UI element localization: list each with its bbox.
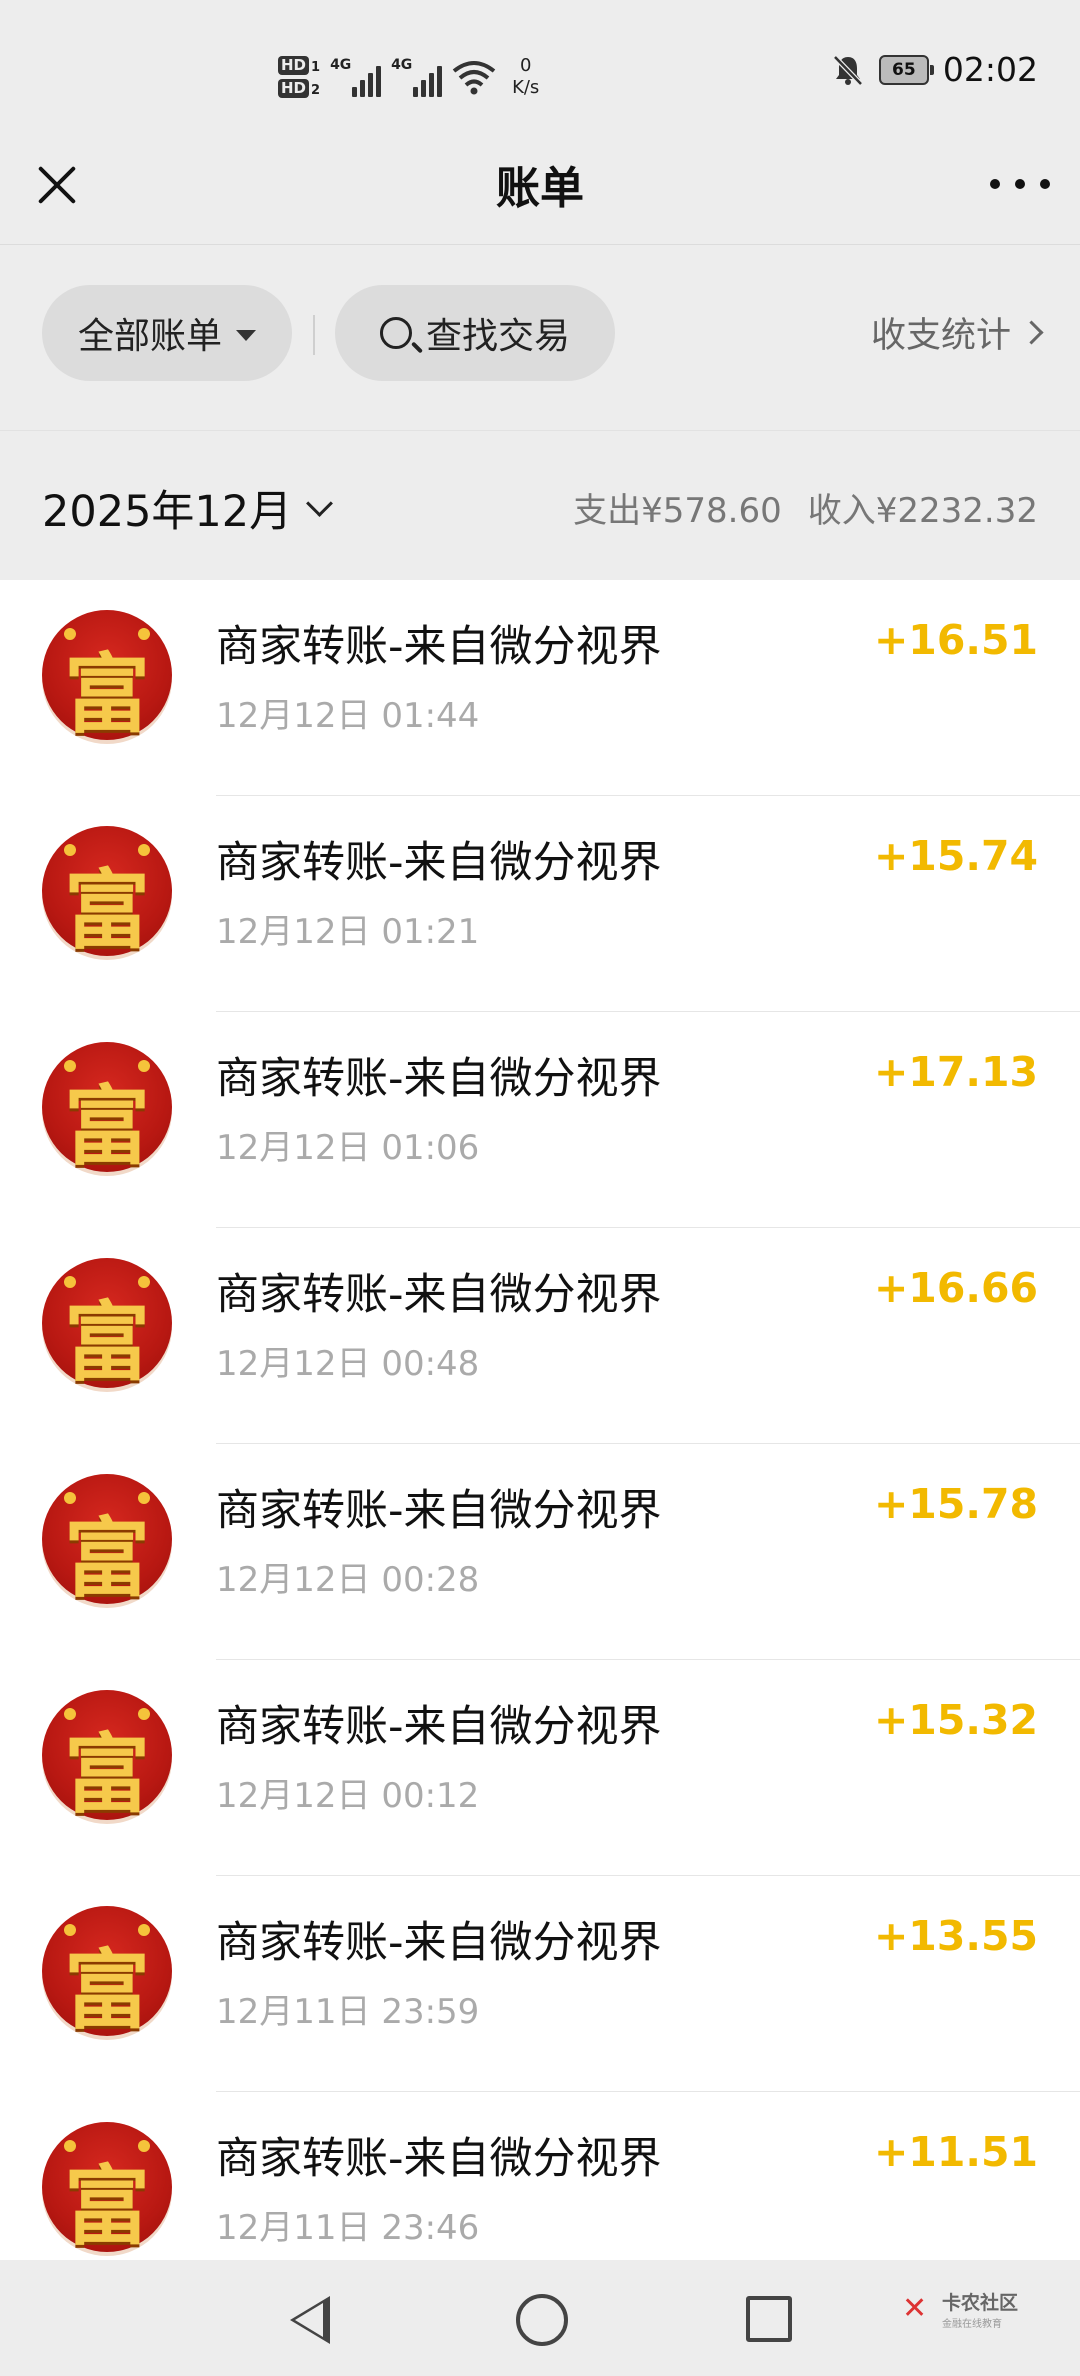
speed-value: 0 [519,55,532,76]
battery-icon: 65 [878,54,934,85]
transaction-title: 商家转账-来自微分视界 [216,1270,662,1320]
merchant-avatar: 富 [42,1474,172,1609]
merchant-avatar: 富 [42,826,172,961]
watermark-logo-icon: ✕ [901,2291,928,2326]
system-nav-bar: ✕ 卡农社区 金融在线教育 [0,2260,1080,2376]
stats-label: 收支统计 [870,316,1011,356]
transaction-time: 12月12日 00:28 [216,1560,480,1600]
speed-unit: K/s [512,77,540,98]
transaction-time: 12月12日 01:44 [216,696,480,736]
transaction-title: 商家转账-来自微分视界 [216,1702,662,1752]
watermark: ✕ 卡农社区 金融在线教育 [901,2288,1018,2331]
header-divider [0,244,1080,245]
avatar-character: 富 [64,1508,150,1609]
transaction-amount: +15.74 [873,832,1038,880]
hd1-badge: HD [278,56,310,75]
status-bar: HD 1 HD 2 4G 4G 0 K/s 65 02:02 [0,0,1080,150]
avatar-character: 富 [64,1076,150,1177]
merchant-avatar: 富 [42,610,172,745]
watermark-tagline: 金融在线教育 [941,2319,1002,2330]
avatar-character: 富 [64,1940,150,2041]
hd-indicators: HD 1 HD 2 [278,56,320,98]
transaction-row[interactable]: 富 商家转账-来自微分视界 12月12日 01:06 +17.13 [0,1012,1080,1228]
more-options-icon[interactable] [990,164,1050,204]
transaction-amount: +11.51 [873,2128,1038,2176]
transaction-title: 商家转账-来自微分视界 [216,1054,662,1104]
transaction-amount: +16.66 [873,1264,1038,1312]
transaction-time: 12月12日 00:12 [216,1776,480,1816]
net2-label: 4G [391,57,413,73]
income-expense-stats-link[interactable]: 收支统计 [870,307,1044,358]
income-total: 收入¥2232.32 [807,491,1038,531]
hd2-badge: HD [278,79,310,98]
transaction-title: 商家转账-来自微分视界 [216,622,662,672]
transaction-list: 富商家转账-来自微分视界 12月12日 01:44 +16.51 富商家转账-来自微分… [0,580,1080,2260]
transaction-time: 12月12日 00:48 [216,1344,480,1384]
search-transaction-button[interactable]: 查找交易 [335,285,615,381]
merchant-avatar: 富 [42,1906,172,2041]
transaction-title: 商家转账-来自微分视界 [216,2134,662,2184]
page-title: 账单 [496,163,584,214]
avatar-character: 富 [64,1724,150,1825]
month-selector[interactable]: 2025年12月 [42,477,334,539]
transaction-time: 12月11日 23:46 [216,2208,480,2248]
clock: 02:02 [942,50,1038,89]
nav-back-icon[interactable] [290,2296,330,2344]
dropdown-triangle-icon [236,329,256,341]
nav-recents-icon[interactable] [746,2296,792,2342]
avatar-character: 富 [64,2156,150,2257]
filter-separator [313,315,315,355]
transaction-row[interactable]: 富 商家转账-来自微分视界 12月11日 23:59 +13.55 [0,1876,1080,2092]
transaction-row[interactable]: 富 商家转账-来自微分视界 12月12日 00:12 +15.32 [0,1660,1080,1876]
transaction-time: 12月12日 01:06 [216,1128,480,1168]
transaction-row[interactable]: 富 商家转账-来自微分视界 12月12日 00:48 +16.66 [0,1228,1080,1444]
watermark-name: 卡农社区 [941,2292,1018,2314]
transaction-title: 商家转账-来自微分视界 [216,1918,662,1968]
all-bills-label: 全部账单 [77,316,222,357]
avatar-character: 富 [64,644,150,745]
search-label: 查找交易 [425,316,570,357]
nav-home-icon[interactable] [516,2294,568,2346]
net1-label: 4G [330,57,352,73]
title-bar: 账单 [0,130,1080,245]
transaction-amount: +17.13 [873,1048,1038,1096]
transaction-title: 商家转账-来自微分视界 [216,1486,662,1536]
expense-total: 支出¥578.60 [573,491,782,531]
signal-icon-1: 4G [330,57,382,97]
hd2-sub: 2 [311,83,321,98]
transaction-time: 12月11日 23:59 [216,1992,480,2032]
battery-level: 65 [892,59,916,80]
transaction-row[interactable]: 富 商家转账-来自微分视界 12月12日 00:28 +15.78 [0,1444,1080,1660]
transaction-amount: +13.55 [873,1912,1038,1960]
avatar-character: 富 [64,1292,150,1393]
transaction-amount: +16.51 [873,616,1038,664]
mute-bell-icon [833,54,863,86]
merchant-avatar: 富 [42,2122,172,2257]
wifi-icon [452,61,496,95]
filter-bar: 全部账单 查找交易 收支统计 [0,285,1080,385]
chevron-down-icon [306,489,334,517]
transaction-row[interactable]: 富 商家转账-来自微分视界 12月11日 23:46 +11.51 [0,2092,1080,2260]
network-speed: 0 K/s [512,55,539,99]
transaction-row[interactable]: 富 商家转账-来自微分视界 12月12日 01:21 +15.74 [0,796,1080,1012]
chevron-right-icon [1019,320,1044,345]
transaction-amount: +15.32 [873,1696,1038,1744]
transaction-row[interactable]: 富 商家转账-来自微分视界 12月12日 01:44 +16.51 [0,580,1080,796]
merchant-avatar: 富 [42,1690,172,1825]
transaction-title: 商家转账-来自微分视界 [216,838,662,888]
all-bills-filter-button[interactable]: 全部账单 [42,285,292,381]
avatar-character: 富 [64,860,150,961]
month-header: 2025年12月 支出¥578.60 收入¥2232.32 [0,430,1080,581]
signal-icon-2: 4G [391,57,443,97]
hd1-sub: 1 [311,60,321,75]
transaction-time: 12月12日 01:21 [216,912,480,952]
month-summary: 支出¥578.60 收入¥2232.32 [573,483,1038,532]
search-icon [379,317,412,349]
merchant-avatar: 富 [42,1042,172,1177]
month-label: 2025年12月 [42,487,293,537]
merchant-avatar: 富 [42,1258,172,1393]
transaction-amount: +15.78 [873,1480,1038,1528]
